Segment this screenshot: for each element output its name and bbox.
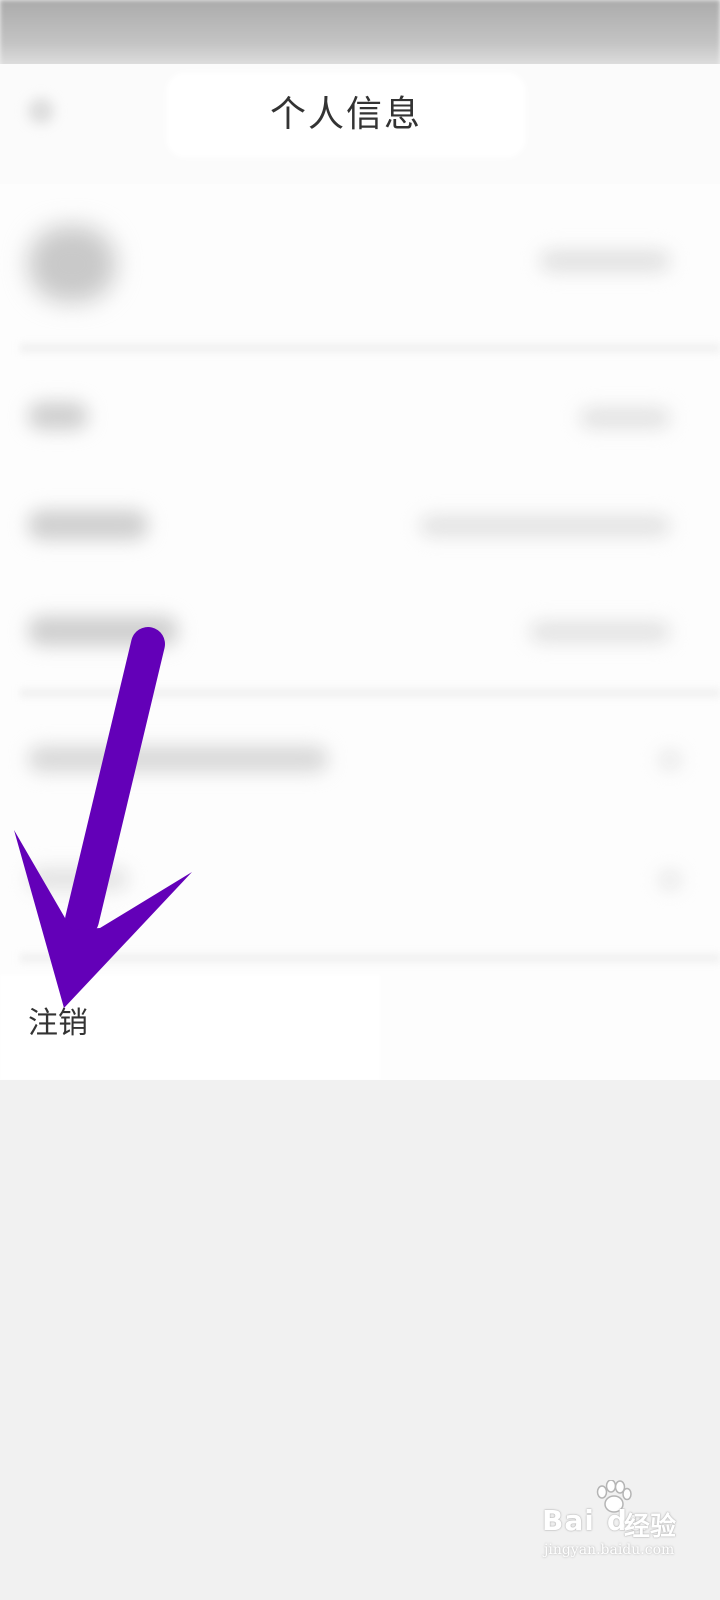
arrow-shaft — [65, 627, 165, 937]
watermark-product: 经验 — [624, 1512, 677, 1542]
watermark: Bai du 经验 jingyan.baidu.com — [542, 1480, 712, 1560]
watermark-url: jingyan.baidu.com — [544, 1542, 675, 1558]
annotation-arrow-icon — [14, 627, 192, 1008]
